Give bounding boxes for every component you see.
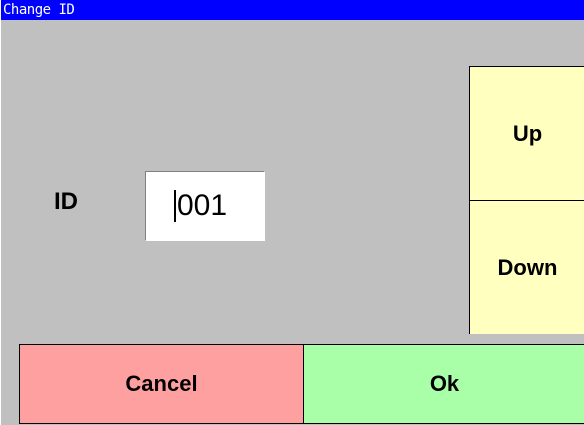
down-button[interactable]: Down: [470, 201, 584, 334]
title-bar: Change ID: [1, 0, 584, 20]
text-caret: [174, 190, 176, 222]
cancel-button[interactable]: Cancel: [19, 344, 304, 424]
id-spinner: Up Down: [469, 66, 584, 334]
id-input[interactable]: 001: [145, 171, 265, 241]
id-value: 001: [177, 189, 228, 222]
id-label: ID: [54, 188, 78, 215]
change-id-dialog: Change ID ID 001 Up Down Cancel Ok: [0, 0, 584, 425]
up-button[interactable]: Up: [470, 67, 584, 201]
ok-button[interactable]: Ok: [303, 344, 584, 424]
window-title: Change ID: [3, 2, 75, 18]
